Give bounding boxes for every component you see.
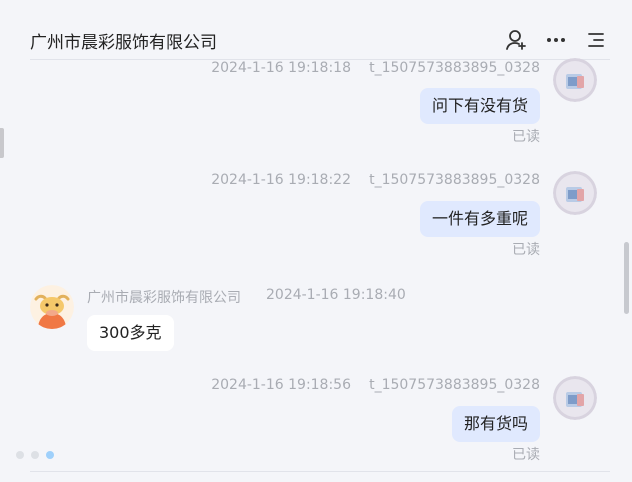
message-bubble[interactable]: 问下有没有货 [419, 88, 540, 124]
avatar[interactable] [553, 171, 597, 215]
message-sender: 广州市晨彩服饰有限公司 [87, 290, 241, 306]
more-icon[interactable] [544, 28, 568, 52]
indicator-dot [31, 451, 39, 459]
message-bubble[interactable]: 那有货吗 [451, 406, 540, 442]
read-status: 已读 [512, 242, 540, 258]
chat-title: 广州市晨彩服饰有限公司 [30, 33, 217, 53]
header-actions [504, 28, 608, 52]
avatar[interactable] [30, 285, 74, 329]
chat-header: 广州市晨彩服饰有限公司 [0, 0, 632, 60]
message-time: 2024-1-16 19:18:56 [211, 377, 351, 393]
read-status: 已读 [512, 447, 540, 463]
message-time: 2024-1-16 19:18:18 [211, 60, 351, 76]
input-divider [30, 471, 610, 472]
message-time: 2024-1-16 19:18:22 [211, 172, 351, 188]
menu-icon[interactable] [584, 28, 608, 52]
scrollbar[interactable] [624, 242, 629, 314]
message-sender: t_1507573883895_0328 [369, 60, 540, 76]
avatar[interactable] [553, 376, 597, 420]
read-status: 已读 [512, 129, 540, 145]
side-handle[interactable] [0, 128, 4, 158]
typing-indicator [16, 451, 54, 459]
indicator-dot-active [46, 451, 54, 459]
avatar[interactable] [553, 58, 597, 102]
message-sender: t_1507573883895_0328 [369, 172, 540, 188]
message-bubble[interactable]: 一件有多重呢 [419, 201, 540, 237]
message-time: 2024-1-16 19:18:40 [266, 287, 406, 303]
message-sender: t_1507573883895_0328 [369, 377, 540, 393]
indicator-dot [16, 451, 24, 459]
user-add-icon[interactable] [504, 28, 528, 52]
message-bubble[interactable]: 300多克 [87, 315, 174, 351]
